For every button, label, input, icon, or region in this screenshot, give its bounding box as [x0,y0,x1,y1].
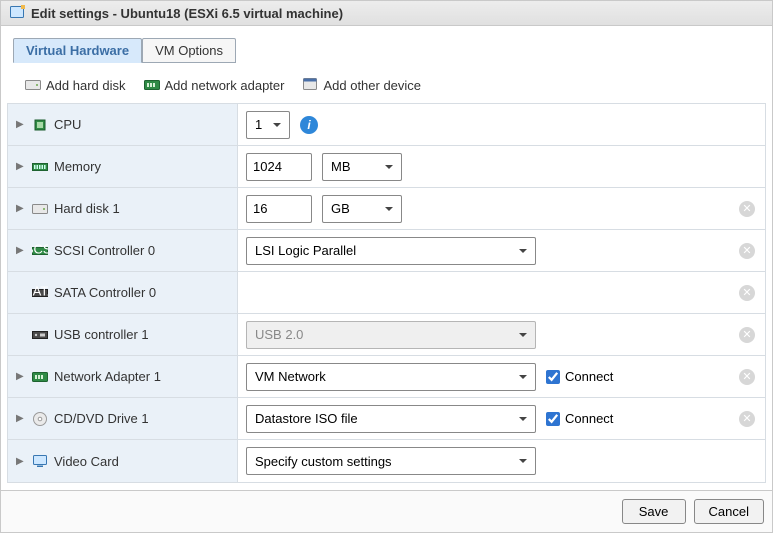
row-scsi-value: LSI Logic Parallel ✕ [238,230,765,271]
scsi-icon: SCSI [32,243,48,259]
row-network-adapter: ▶ Network Adapter 1 VM Network Connect ✕ [8,356,765,398]
remove-icon[interactable]: ✕ [739,201,755,217]
memory-unit-select[interactable]: MB [322,153,402,181]
row-cpu: ▶ CPU 1 i [8,104,765,146]
remove-icon[interactable]: ✕ [739,411,755,427]
window-title: Edit settings - Ubuntu18 (ESXi 6.5 virtu… [31,6,343,21]
row-nic-value: VM Network Connect ✕ [238,356,765,397]
row-memory: ▶ Memory MB [8,146,765,188]
other-device-icon [302,77,318,93]
memory-input[interactable] [246,153,312,181]
row-memory-label-cell: ▶ Memory [8,146,238,187]
cpu-count-select[interactable]: 1 [246,111,290,139]
cpu-icon [32,117,48,133]
svg-text:SATA: SATA [32,285,48,299]
row-nic-label: Network Adapter 1 [54,369,161,384]
dialog-footer: Save Cancel [1,490,772,532]
row-hd-label: Hard disk 1 [54,201,120,216]
tab-bar: Virtual Hardware VM Options [13,38,766,63]
row-cd-dvd: ▶ CD/DVD Drive 1 Datastore ISO file Conn… [8,398,765,440]
nic-network-select[interactable]: VM Network [246,363,536,391]
cd-source-select[interactable]: Datastore ISO file [246,405,536,433]
add-network-adapter-label: Add network adapter [165,78,285,93]
hardware-table: ▶ CPU 1 i ▶ Memory MB ▶ [7,103,766,483]
titlebar: Edit settings - Ubuntu18 (ESXi 6.5 virtu… [1,1,772,26]
row-cpu-value: 1 i [238,104,765,145]
hard-disk-icon [25,77,41,93]
nic-icon [32,369,48,385]
row-hard-disk: ▶ Hard disk 1 GB ✕ [8,188,765,230]
row-usb: ▶ USB controller 1 USB 2.0 ✕ [8,314,765,356]
row-cd-label-cell: ▶ CD/DVD Drive 1 [8,398,238,439]
cd-icon [32,411,48,427]
row-nic-label-cell: ▶ Network Adapter 1 [8,356,238,397]
save-button[interactable]: Save [622,499,686,524]
row-hd-value: GB ✕ [238,188,765,229]
expander-icon[interactable]: ▶ [16,161,24,172]
row-scsi: ▶ SCSI SCSI Controller 0 LSI Logic Paral… [8,230,765,272]
add-network-adapter-button[interactable]: Add network adapter [144,77,285,93]
remove-icon[interactable]: ✕ [739,243,755,259]
add-hard-disk-label: Add hard disk [46,78,126,93]
row-usb-label-cell: ▶ USB controller 1 [8,314,238,355]
nic-icon [144,77,160,93]
expander-icon[interactable]: ▶ [16,119,24,130]
monitor-icon [32,453,48,469]
remove-icon[interactable]: ✕ [739,327,755,343]
row-hd-label-cell: ▶ Hard disk 1 [8,188,238,229]
hard-disk-icon [32,201,48,217]
row-cd-label: CD/DVD Drive 1 [54,411,149,426]
expander-icon[interactable]: ▶ [16,371,24,382]
cd-connect-label: Connect [565,411,613,426]
nic-connect-input[interactable] [546,370,560,384]
expander-icon[interactable]: ▶ [16,245,24,256]
row-cd-value: Datastore ISO file Connect ✕ [238,398,765,439]
nic-connect-label: Connect [565,369,613,384]
video-settings-select[interactable]: Specify custom settings [246,447,536,475]
cd-connect-input[interactable] [546,412,560,426]
nic-connect-checkbox[interactable]: Connect [546,369,613,384]
row-video-value: Specify custom settings [238,440,765,482]
row-scsi-label: SCSI Controller 0 [54,243,155,258]
expander-icon[interactable]: ▶ [16,413,24,424]
info-icon[interactable]: i [300,116,318,134]
add-other-device-button[interactable]: Add other device [302,77,421,93]
add-hard-disk-button[interactable]: Add hard disk [25,77,126,93]
row-sata-label-cell: ▶ SATA SATA Controller 0 [8,272,238,313]
memory-icon [32,159,48,175]
expander-icon[interactable]: ▶ [16,203,24,214]
cancel-button[interactable]: Cancel [694,499,764,524]
row-memory-value: MB [238,146,765,187]
remove-icon[interactable]: ✕ [739,285,755,301]
row-sata-value: ✕ [238,272,765,313]
usb-type-select: USB 2.0 [246,321,536,349]
tab-virtual-hardware[interactable]: Virtual Hardware [13,38,142,63]
scsi-type-select[interactable]: LSI Logic Parallel [246,237,536,265]
row-cpu-label-cell: ▶ CPU [8,104,238,145]
svg-text:SCSI: SCSI [32,243,48,257]
remove-icon[interactable]: ✕ [739,369,755,385]
add-other-device-label: Add other device [323,78,421,93]
row-sata: ▶ SATA SATA Controller 0 ✕ [8,272,765,314]
cd-connect-checkbox[interactable]: Connect [546,411,613,426]
hd-unit-select[interactable]: GB [322,195,402,223]
row-memory-label: Memory [54,159,101,174]
device-toolbar: Add hard disk Add network adapter Add ot… [7,73,766,103]
content: Virtual Hardware VM Options Add hard dis… [1,26,772,491]
row-usb-label: USB controller 1 [54,327,149,342]
row-scsi-label-cell: ▶ SCSI SCSI Controller 0 [8,230,238,271]
row-video-card: ▶ Video Card Specify custom settings [8,440,765,482]
tab-vm-options[interactable]: VM Options [142,38,236,63]
row-cpu-label: CPU [54,117,81,132]
sata-icon: SATA [32,285,48,301]
row-video-label: Video Card [54,454,119,469]
row-usb-value: USB 2.0 ✕ [238,314,765,355]
vm-settings-icon [9,5,25,21]
expander-icon[interactable]: ▶ [16,456,24,467]
usb-icon [32,327,48,343]
row-video-label-cell: ▶ Video Card [8,440,238,482]
hd-size-input[interactable] [246,195,312,223]
row-sata-label: SATA Controller 0 [54,285,156,300]
